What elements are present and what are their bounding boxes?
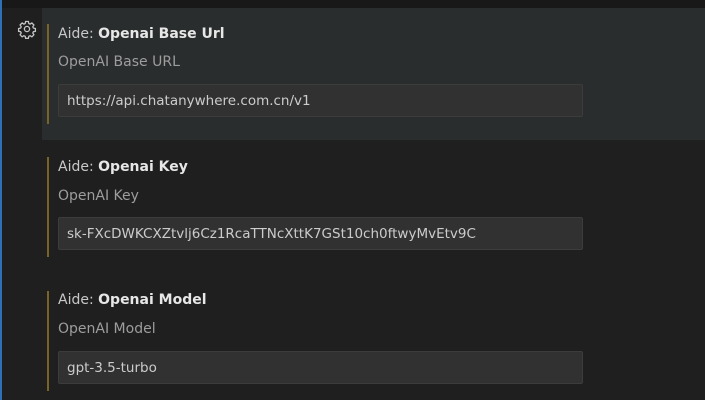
modified-indicator (47, 291, 49, 391)
top-strip (2, 0, 705, 8)
setting-description: OpenAI Key (58, 188, 139, 204)
setting-openai-model: Aide: Openai Model OpenAI Model (42, 274, 705, 400)
setting-category: Aide: (58, 26, 94, 42)
openai-key-input[interactable] (58, 217, 583, 250)
modified-indicator (47, 24, 49, 124)
setting-category: Aide: (58, 292, 94, 308)
setting-title: Aide: Openai Model (58, 291, 207, 309)
modified-indicator (47, 157, 49, 257)
settings-editor: Aide: Openai Base Url OpenAI Base URL Ai… (0, 0, 705, 400)
setting-category: Aide: (58, 159, 94, 175)
gear-icon[interactable] (17, 19, 37, 39)
setting-name: Openai Key (98, 159, 188, 175)
setting-description: OpenAI Base URL (58, 54, 180, 70)
setting-description: OpenAI Model (58, 321, 156, 337)
setting-openai-base-url: Aide: Openai Base Url OpenAI Base URL (42, 8, 705, 140)
openai-base-url-input[interactable] (58, 84, 583, 117)
setting-name: Openai Model (98, 292, 207, 308)
setting-title: Aide: Openai Key (58, 158, 188, 176)
setting-name: Openai Base Url (98, 26, 225, 42)
setting-openai-key: Aide: Openai Key OpenAI Key (42, 140, 705, 266)
focus-edge-indicator (0, 0, 2, 400)
setting-title: Aide: Openai Base Url (58, 25, 225, 43)
openai-model-input[interactable] (58, 351, 583, 384)
